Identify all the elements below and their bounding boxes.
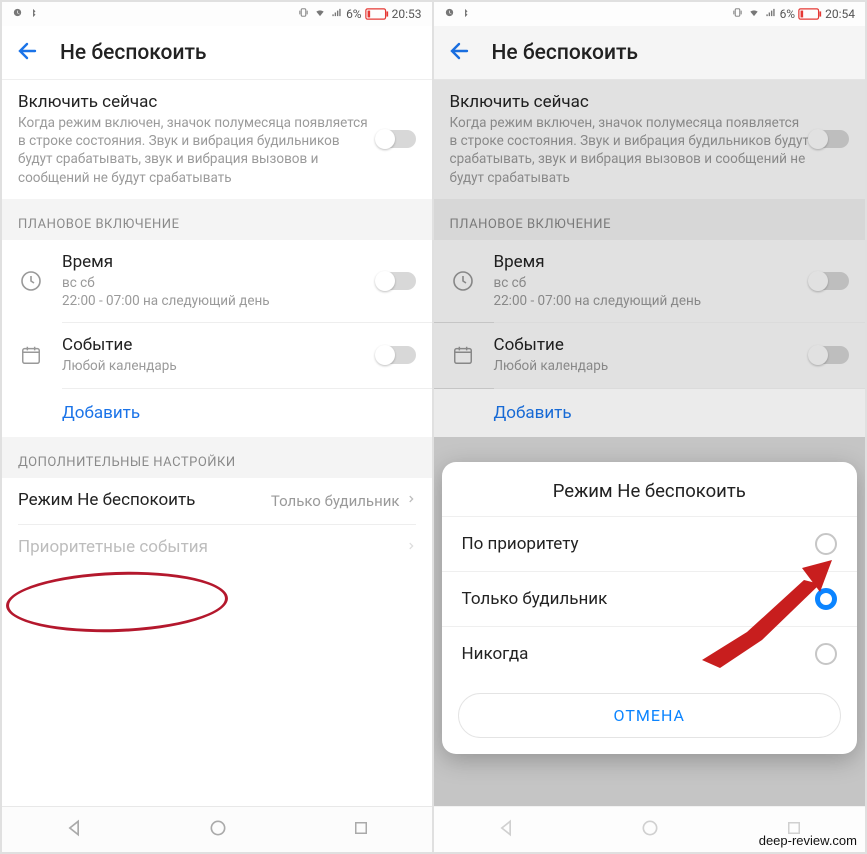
bluetooth-icon — [28, 7, 38, 22]
watermark: deep-review.com — [759, 833, 857, 848]
time-days: вс сб — [62, 274, 376, 292]
app-header: Не беспокоить — [434, 26, 866, 80]
clock-time: 20:53 — [392, 7, 422, 21]
extra-header: ДОПОЛНИТЕЛЬНЫЕ НАСТРОЙКИ — [2, 437, 432, 478]
enable-now-title: Включить сейчас — [18, 92, 376, 112]
nav-bar — [2, 806, 432, 852]
enable-now-desc: Когда режим включен, значок полумесяца п… — [18, 114, 376, 187]
settings-screen: Включить сейчас Когда режим включен, зна… — [2, 80, 432, 806]
event-row[interactable]: Событие Любой календарь — [2, 323, 432, 387]
signal-icon — [764, 7, 777, 21]
bluetooth-icon — [460, 7, 470, 22]
wifi-icon — [313, 7, 327, 21]
back-icon[interactable] — [448, 39, 472, 67]
alarm-icon — [12, 7, 23, 21]
alarm-icon — [444, 7, 455, 21]
status-bar: 6% 20:54 — [434, 2, 866, 26]
signal-icon — [330, 7, 343, 21]
option-alarm-only[interactable]: Только будильник — [442, 571, 858, 626]
status-bar: 6% 20:53 — [2, 2, 432, 26]
cancel-button[interactable]: ОТМЕНА — [458, 693, 842, 738]
option-never-label: Никогда — [462, 644, 529, 664]
clock-icon — [18, 268, 44, 294]
time-range: 22:00 - 07:00 на следующий день — [62, 292, 376, 310]
page-title: Не беспокоить — [492, 41, 639, 65]
dnd-mode-dialog: Режим Не беспокоить По приоритету Только… — [442, 462, 858, 754]
chevron-right-icon — [406, 538, 416, 558]
radio-unselected[interactable] — [815, 643, 837, 665]
option-priority-label: По приоритету — [462, 534, 579, 554]
clock-time: 20:54 — [825, 7, 855, 21]
nav-recent-icon[interactable] — [352, 819, 370, 841]
event-sub: Любой календарь — [62, 357, 376, 375]
vibrate-icon — [297, 7, 310, 21]
time-row[interactable]: Время вс сб 22:00 - 07:00 на следующий д… — [2, 240, 432, 322]
nav-home-icon[interactable] — [640, 818, 660, 842]
radio-selected[interactable] — [815, 588, 837, 610]
app-header: Не беспокоить — [2, 26, 432, 80]
option-alarm-label: Только будильник — [462, 589, 608, 609]
dnd-mode-value: Только будильник — [271, 492, 400, 510]
add-button[interactable]: Добавить — [2, 389, 432, 437]
back-icon[interactable] — [16, 39, 40, 67]
chevron-right-icon — [406, 491, 416, 511]
event-toggle[interactable] — [376, 346, 416, 364]
priority-events-row: Приоритетные события — [2, 525, 432, 571]
time-title: Время — [62, 252, 376, 272]
radio-unselected[interactable] — [815, 533, 837, 555]
dnd-mode-row[interactable]: Режим Не беспокоить Только будильник — [2, 478, 432, 524]
settings-screen-dimmed: Включить сейчас Когда режим включен, зна… — [434, 80, 866, 806]
nav-back-icon[interactable] — [64, 818, 84, 842]
left-screenshot: 6% 20:53 Не беспокоить Включить сейчас К… — [2, 2, 434, 852]
nav-back-icon[interactable] — [496, 818, 516, 842]
battery-icon — [365, 8, 389, 20]
priority-events-title: Приоритетные события — [18, 537, 400, 557]
nav-home-icon[interactable] — [208, 818, 228, 842]
vibrate-icon — [731, 7, 744, 21]
battery-pct: 6% — [346, 7, 362, 21]
option-priority[interactable]: По приоритету — [442, 516, 858, 571]
dnd-mode-title: Режим Не беспокоить — [18, 490, 271, 510]
annotation-circle — [5, 568, 229, 636]
event-title: Событие — [62, 335, 376, 355]
time-toggle[interactable] — [376, 272, 416, 290]
page-title: Не беспокоить — [60, 41, 207, 65]
option-never[interactable]: Никогда — [442, 626, 858, 681]
enable-now-toggle[interactable] — [376, 130, 416, 148]
dialog-title: Режим Не беспокоить — [442, 462, 858, 516]
right-screenshot: 6% 20:54 Не беспокоить Включить сейчас К… — [434, 2, 866, 852]
wifi-icon — [747, 7, 761, 21]
battery-pct: 6% — [780, 7, 796, 21]
scheduled-header: ПЛАНОВОЕ ВКЛЮЧЕНИЕ — [2, 199, 432, 240]
calendar-icon — [18, 342, 44, 368]
battery-icon — [798, 8, 822, 20]
enable-now-row[interactable]: Включить сейчас Когда режим включен, зна… — [2, 80, 432, 199]
